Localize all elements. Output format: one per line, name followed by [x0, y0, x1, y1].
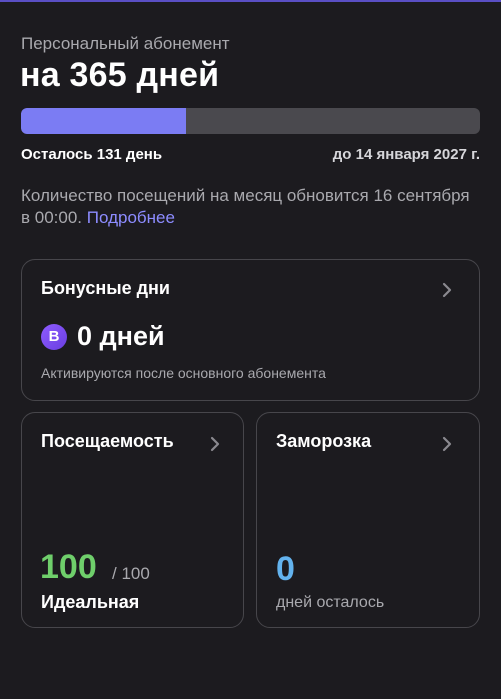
attendance-card[interactable]: Посещаемость 100 / 100 Идеальная [21, 412, 244, 628]
chevron-right-icon [442, 282, 452, 298]
attendance-status: Идеальная [41, 592, 140, 612]
bonus-badge: B [41, 324, 67, 350]
days-remaining: Осталось 131 день [21, 146, 163, 163]
subscription-type: Персональный абонемент [21, 34, 230, 53]
visits-info: Количество посещений на месяц обновится … [21, 185, 471, 229]
bonus-days-card[interactable]: Бонусные дни B 0 дней Активируются после… [21, 259, 480, 401]
freeze-title: Заморозка [276, 431, 372, 451]
subscription-progress-bar [21, 108, 480, 134]
bonus-days-value: 0 дней [77, 321, 165, 351]
freeze-card[interactable]: Заморозка 0 дней осталось [256, 412, 480, 628]
bonus-days-note: Активируются после основного абонемента [41, 365, 326, 381]
freeze-days-value: 0 [276, 550, 295, 588]
freeze-days-label: дней осталось [276, 594, 385, 611]
chevron-right-icon [210, 436, 220, 452]
bonus-days-title: Бонусные дни [41, 278, 170, 298]
attendance-max: / 100 [112, 564, 150, 583]
expiry-date: до 14 января 2027 г. [332, 146, 480, 163]
chevron-right-icon [442, 436, 452, 452]
progress-bar-fill [21, 108, 187, 134]
more-details-link[interactable]: Подробнее [87, 208, 175, 227]
top-accent-line [0, 0, 501, 2]
page-title: на 365 дней [20, 56, 220, 94]
attendance-title: Посещаемость [41, 431, 174, 451]
attendance-value: 100 [40, 548, 97, 586]
